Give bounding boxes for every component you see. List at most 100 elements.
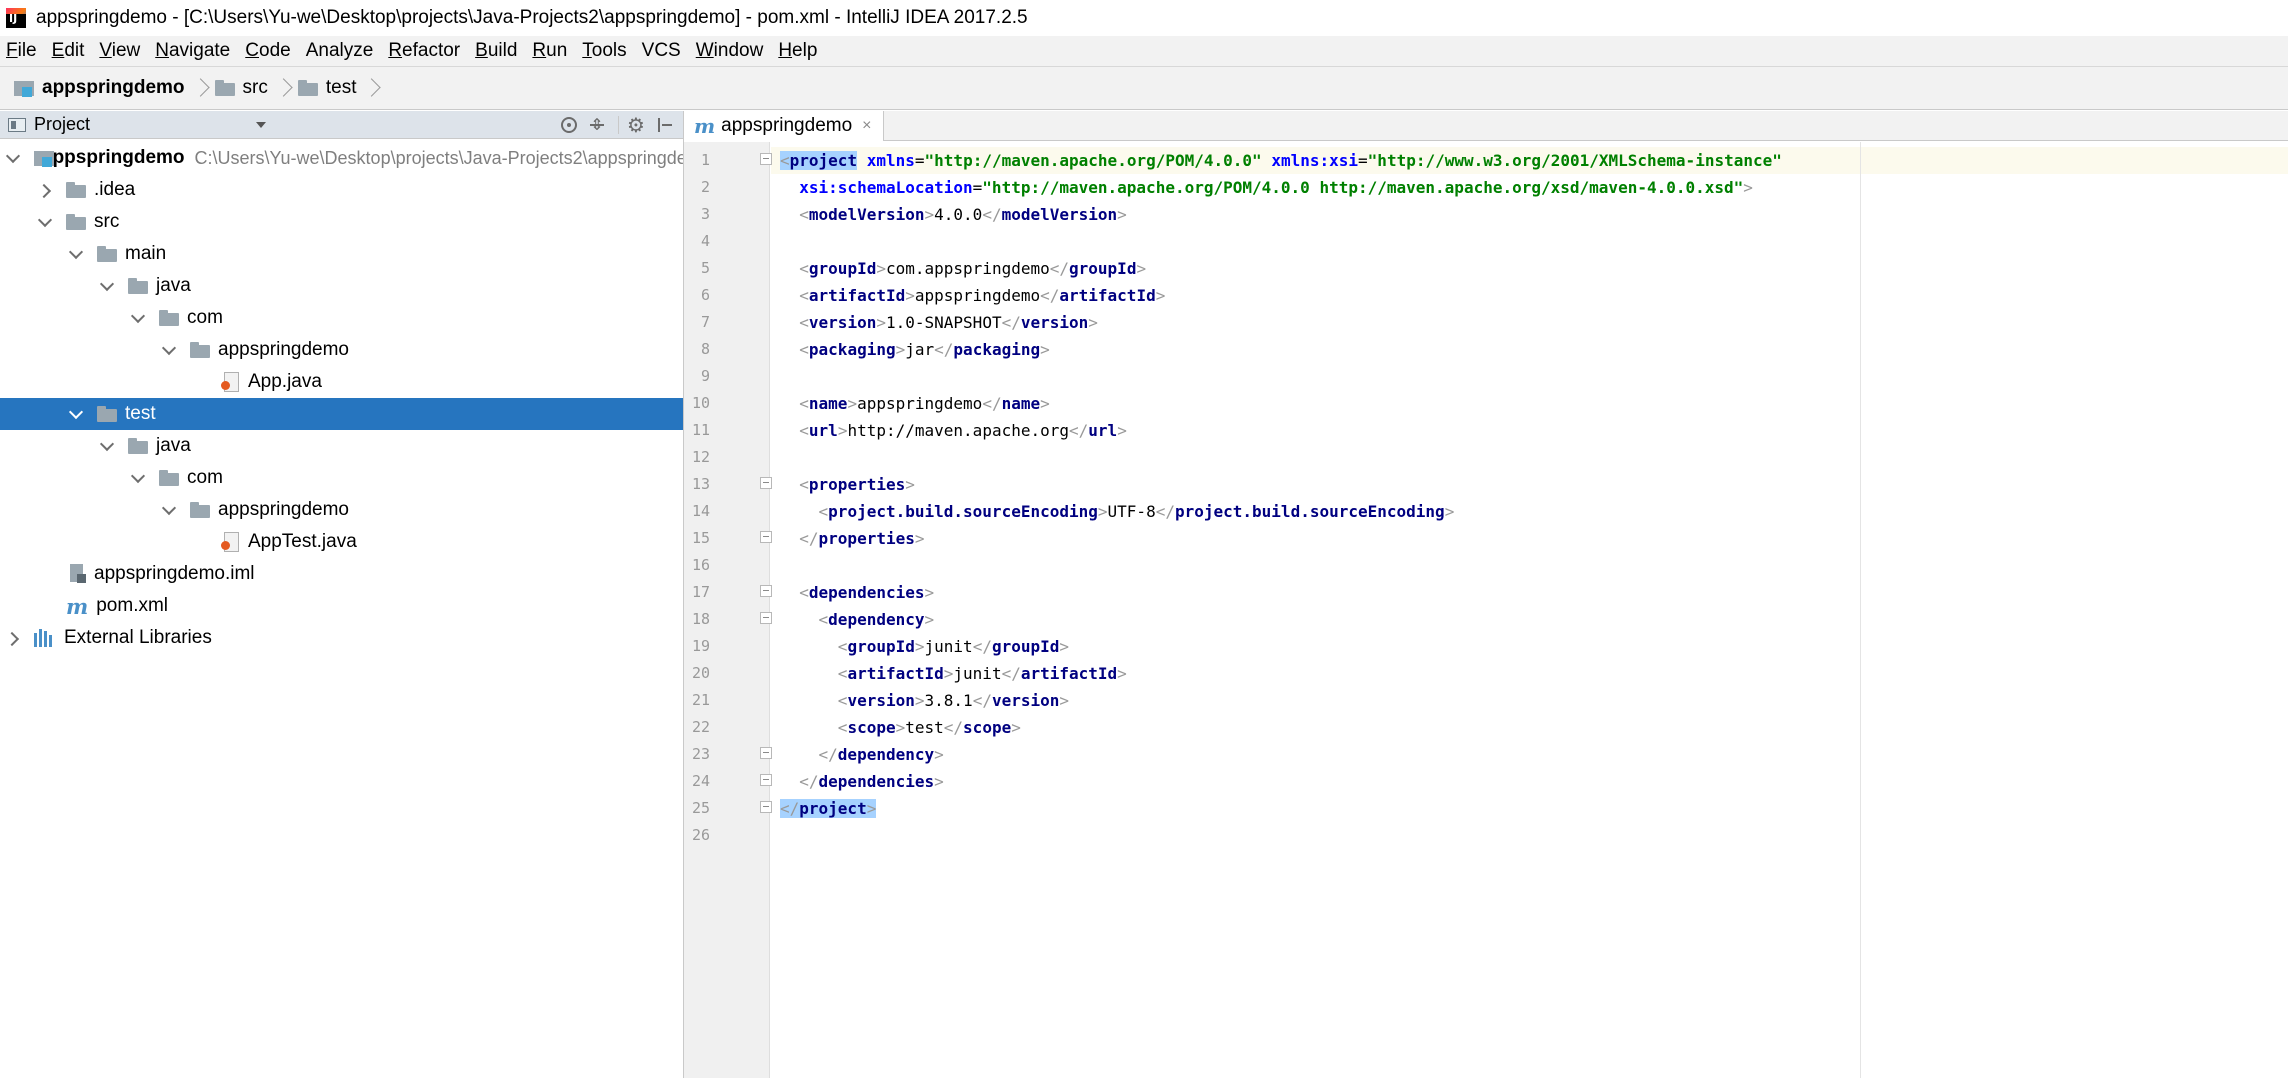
chevron-down-icon[interactable] — [96, 430, 118, 462]
code-line: <url>http://maven.apache.org</url> — [799, 421, 1127, 440]
menu-build[interactable]: Build — [475, 40, 517, 62]
line-number: 25 — [691, 799, 710, 817]
breadcrumb-project[interactable]: appspringdemo — [14, 77, 185, 99]
java-class-icon — [220, 531, 239, 553]
tree-node-pom-xml[interactable]: m pom.xml — [0, 590, 683, 622]
tree-node-src[interactable]: src — [0, 206, 683, 238]
folder-icon — [97, 406, 117, 422]
tree-node-main-com[interactable]: com — [0, 302, 683, 334]
collapse-all-icon[interactable] — [586, 114, 608, 136]
chevron-down-icon[interactable] — [65, 238, 87, 270]
code-line: </properties> — [799, 529, 925, 548]
menu-help[interactable]: Help — [778, 40, 817, 62]
line-number: 20 — [691, 664, 710, 682]
chevron-right-icon[interactable] — [36, 174, 58, 206]
menu-vcs[interactable]: VCS — [642, 40, 681, 62]
tree-node-project-root[interactable]: appspringdemo C:\Users\Yu-we\Desktop\pro… — [0, 142, 683, 174]
menu-code[interactable]: Code — [245, 40, 290, 62]
project-view-icon — [8, 117, 26, 132]
fold-marker[interactable] — [760, 585, 772, 597]
chevron-right-icon — [280, 77, 290, 99]
folder-icon — [128, 278, 148, 294]
line-number: 10 — [691, 394, 710, 412]
chevron-down-icon[interactable] — [2, 142, 24, 174]
maven-icon: m — [694, 114, 716, 138]
breadcrumb-test[interactable]: test — [297, 77, 356, 99]
title-bar: appspringdemo - [C:\Users\Yu-we\Desktop\… — [0, 0, 2288, 36]
fold-marker[interactable] — [760, 747, 772, 759]
line-number: 4 — [700, 232, 710, 250]
tree-node-test[interactable]: test — [0, 398, 683, 430]
menu-refactor[interactable]: Refactor — [388, 40, 460, 62]
close-icon[interactable]: × — [862, 117, 871, 135]
folder-icon — [66, 182, 86, 198]
menu-tools[interactable]: Tools — [582, 40, 626, 62]
tree-node-iml[interactable]: appspringdemo.iml — [0, 558, 683, 590]
maven-icon: m — [66, 593, 89, 619]
code-line: <name>appspringdemo</name> — [799, 394, 1050, 413]
chevron-right-icon — [197, 77, 207, 99]
tree-node-test-java[interactable]: java — [0, 430, 683, 462]
chevron-right-icon — [368, 77, 378, 99]
fold-marker[interactable] — [760, 531, 772, 543]
line-number: 17 — [691, 583, 710, 601]
menu-edit[interactable]: Edit — [52, 40, 85, 62]
folder-icon — [159, 310, 179, 326]
tree-node-test-com[interactable]: com — [0, 462, 683, 494]
tree-node-main-appspringdemo[interactable]: appspringdemo — [0, 334, 683, 366]
tree-node-external-libraries[interactable]: External Libraries — [0, 622, 683, 654]
line-number: 21 — [691, 691, 710, 709]
tree-node-apptest-java[interactable]: AppTest.java — [0, 526, 683, 558]
iml-file-icon — [68, 563, 86, 585]
fold-marker[interactable] — [760, 801, 772, 813]
chevron-down-icon[interactable] — [158, 334, 180, 366]
project-panel-header: Project ⚙ — [0, 111, 683, 139]
line-number: 16 — [691, 556, 710, 574]
line-number: 23 — [691, 745, 710, 763]
chevron-down-icon[interactable] — [127, 302, 149, 334]
menu-run[interactable]: Run — [532, 40, 567, 62]
chevron-down-icon[interactable] — [96, 270, 118, 302]
chevron-right-icon[interactable] — [4, 622, 26, 654]
libraries-icon — [34, 629, 56, 647]
right-margin-guide — [1860, 142, 1861, 1078]
tree-node-main-java[interactable]: java — [0, 270, 683, 302]
breadcrumb-src[interactable]: src — [214, 77, 268, 99]
folder-icon — [97, 246, 117, 262]
fold-marker[interactable] — [760, 612, 772, 624]
folder-icon — [297, 80, 318, 96]
intellij-logo-icon — [6, 8, 26, 28]
code-line: <dependency> — [818, 610, 935, 629]
menu-view[interactable]: View — [99, 40, 140, 62]
code-line: <artifactId>appspringdemo</artifactId> — [799, 286, 1166, 305]
tab-pom-xml[interactable]: m appspringdemo × — [684, 111, 884, 141]
chevron-down-icon[interactable] — [158, 494, 180, 526]
chevron-down-icon[interactable] — [127, 462, 149, 494]
module-icon — [14, 79, 34, 97]
menu-analyze[interactable]: Analyze — [306, 40, 374, 62]
window-title: appspringdemo - [C:\Users\Yu-we\Desktop\… — [36, 7, 1028, 28]
tree-node-main[interactable]: main — [0, 238, 683, 270]
fold-marker[interactable] — [760, 774, 772, 786]
chevron-down-icon[interactable] — [34, 206, 56, 238]
project-view-selector[interactable]: Project — [34, 114, 90, 135]
line-number: 24 — [691, 772, 710, 790]
menu-window[interactable]: Window — [696, 40, 764, 62]
code-line: <version>1.0-SNAPSHOT</version> — [799, 313, 1098, 332]
line-number: 22 — [691, 718, 710, 736]
chevron-down-icon[interactable] — [256, 122, 266, 128]
gear-icon[interactable]: ⚙ — [625, 114, 647, 137]
menu-file[interactable]: File — [6, 40, 37, 62]
line-number: 1 — [700, 151, 710, 169]
chevron-down-icon[interactable] — [65, 398, 87, 430]
fold-marker[interactable] — [760, 153, 772, 165]
scroll-from-source-icon[interactable] — [558, 114, 580, 136]
line-number: 26 — [691, 826, 710, 844]
tree-node-test-appspringdemo[interactable]: appspringdemo — [0, 494, 683, 526]
tree-node-idea[interactable]: .idea — [0, 174, 683, 206]
hide-panel-icon[interactable] — [653, 114, 675, 136]
project-path: C:\Users\Yu-we\Desktop\projects\Java-Pro… — [194, 147, 683, 168]
menu-navigate[interactable]: Navigate — [155, 40, 230, 62]
fold-marker[interactable] — [760, 477, 772, 489]
tree-node-app-java[interactable]: App.java — [0, 366, 683, 398]
